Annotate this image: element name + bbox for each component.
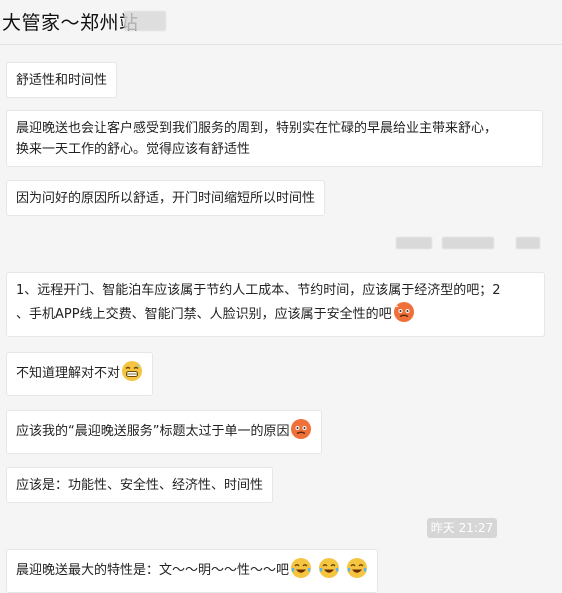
message-bubble[interactable]: 应该是：功能性、安全性、经济性、时间性 xyxy=(6,467,274,503)
message-text-line: 换来一天工作的舒心。觉得应该有舒适性 xyxy=(16,142,251,157)
sweat-hot-face-icon xyxy=(290,418,312,447)
timestamp: 昨天 21:27 xyxy=(427,518,497,538)
tears-of-joy-icon xyxy=(290,557,312,586)
chat-header: 大管家～郑州站 xyxy=(0,0,562,45)
message-text-line: 晨迎晚送也会让客户感受到我们服务的周到，特别实在忙碌的早晨给业主带来舒心， xyxy=(16,121,498,136)
message-bubble[interactable]: 不知道理解对不对 xyxy=(6,352,154,396)
message-text: 不知道理解对不对 xyxy=(16,366,121,381)
message-bubble[interactable]: 舒适性和时间性 xyxy=(6,62,118,98)
redacted-sender xyxy=(516,237,540,249)
message-text-line: 1、远程开门、智能泊车应该属于节约人工成本、节约时间，应该属于经济型的吧；2 xyxy=(16,283,501,298)
message-text: 因为问好的原因所以舒适，开门时间缩短所以时间性 xyxy=(16,191,316,206)
message-bubble[interactable]: 因为问好的原因所以舒适，开门时间缩短所以时间性 xyxy=(6,180,326,216)
message-text-line: 、手机APP线上交费、智能门禁、人脸识别，应该属于安全性的吧 xyxy=(16,307,392,322)
message-text: 应该我的“晨迎晚送服务”标题太过于单一的原因 xyxy=(16,424,290,439)
message-bubble[interactable]: 晨迎晚送最大的特性是：文～～明～～性～～吧 xyxy=(6,549,379,593)
tears-of-joy-icon xyxy=(318,557,340,586)
redacted-sender xyxy=(396,237,432,249)
message-bubble[interactable]: 应该我的“晨迎晚送服务”标题太过于单一的原因 xyxy=(6,410,323,454)
sweat-hot-face-icon xyxy=(393,301,415,330)
message-text: 舒适性和时间性 xyxy=(16,73,108,88)
tears-of-joy-icon xyxy=(346,557,368,586)
redacted-name xyxy=(124,11,166,31)
message-bubble[interactable]: 1、远程开门、智能泊车应该属于节约人工成本、节约时间，应该属于经济型的吧；2 、… xyxy=(6,272,545,337)
message-text: 晨迎晚送最大的特性是：文～～明～～性～～吧 xyxy=(16,563,290,578)
redacted-sender xyxy=(442,237,494,249)
chat-title: 大管家～郑州站 xyxy=(2,12,139,34)
message-bubble[interactable]: 晨迎晚送也会让客户感受到我们服务的周到，特别实在忙碌的早晨给业主带来舒心， 换来… xyxy=(6,110,543,167)
grin-sweat-face-icon xyxy=(121,360,143,389)
message-text: 应该是：功能性、安全性、经济性、时间性 xyxy=(16,478,264,493)
